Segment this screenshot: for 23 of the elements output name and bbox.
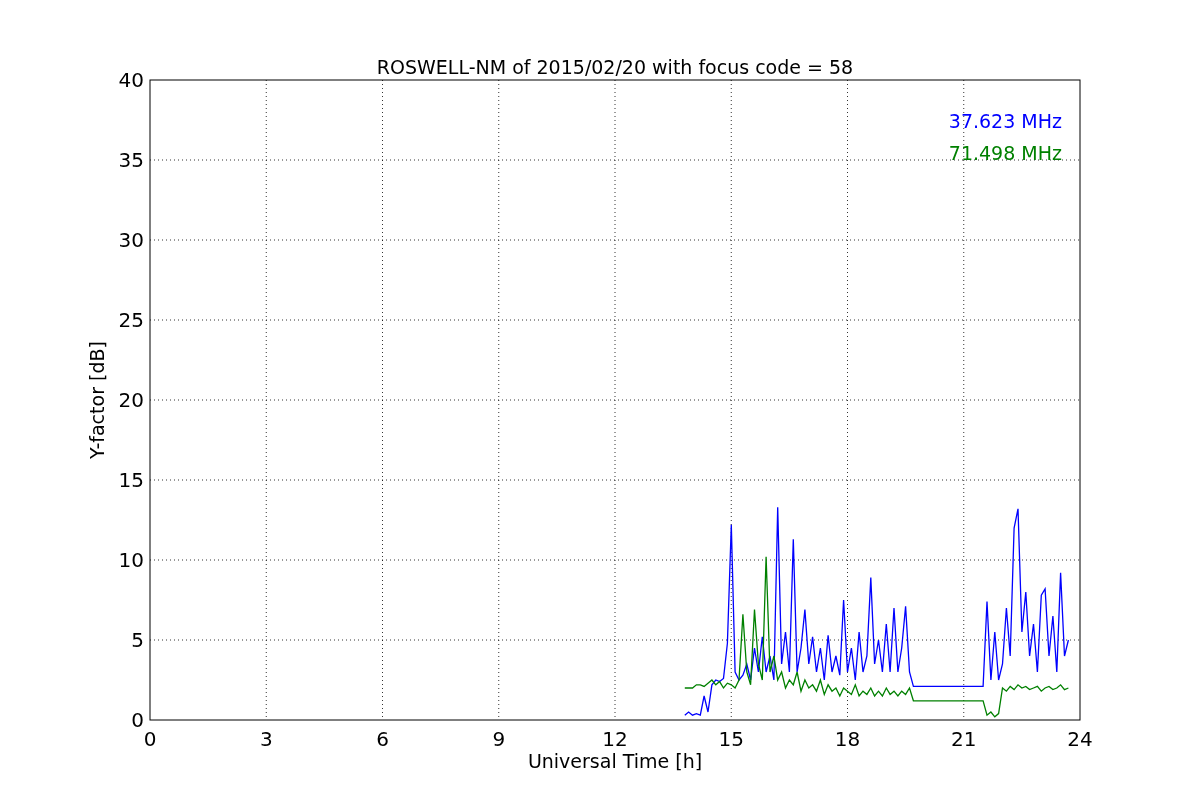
- tick-label: 35: [118, 148, 144, 172]
- tick-label: 9: [492, 727, 506, 751]
- tick-label: 24: [1067, 727, 1093, 751]
- tick-label: 12: [602, 727, 628, 751]
- tick-label: 10: [118, 548, 144, 572]
- tick-label: 3: [259, 727, 273, 751]
- tick-label: 25: [118, 308, 144, 332]
- axis-label: Y-factor [dB]: [86, 341, 108, 459]
- tick-label: 18: [834, 727, 861, 751]
- tick-label: 0: [131, 708, 144, 732]
- legend-label: 37.623 MHz: [948, 110, 1062, 132]
- tick-label: 6: [376, 727, 389, 751]
- tick-label: 20: [118, 388, 144, 412]
- axis-label: Universal Time [h]: [527, 750, 703, 772]
- tick-label: 30: [118, 228, 144, 252]
- tick-label: 0: [143, 727, 157, 751]
- chart-title: ROSWELL-NM of 2015/02/20 with focus code = 58: [376, 56, 854, 78]
- legend-label: 71.498 MHz: [948, 142, 1062, 164]
- tick-label: 15: [118, 468, 144, 492]
- tick-label: 5: [131, 628, 144, 652]
- tick-label: 40: [118, 68, 144, 92]
- tick-label: 21: [951, 727, 977, 751]
- tick-label: 15: [718, 727, 744, 751]
